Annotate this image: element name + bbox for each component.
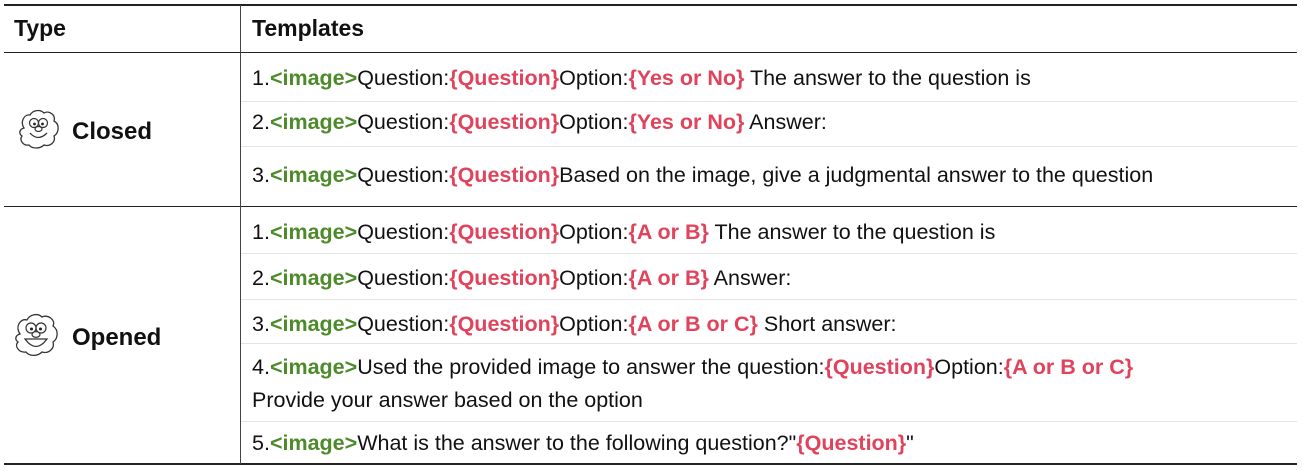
- row-separator: [241, 421, 1297, 422]
- template-row: 1.<image>Question:{Question}Option:{Yes …: [252, 66, 1031, 90]
- template-row-continuation: Provide your answer based on the option: [252, 388, 643, 412]
- row-separator: [241, 343, 1297, 344]
- elmo-face-icon: [16, 108, 62, 155]
- type-label-opened: Opened: [72, 323, 162, 351]
- row-separator: [241, 146, 1297, 147]
- row-separator: [241, 299, 1297, 300]
- row-separator: [241, 253, 1297, 254]
- type-cell-opened: Opened: [12, 312, 161, 363]
- group-divider-rule: [4, 206, 1297, 207]
- template-row: 2.<image>Question:{Question}Option:{A or…: [252, 266, 792, 290]
- header-bottom-rule: [4, 52, 1297, 53]
- template-row: 3.<image>Question:{Question}Based on the…: [252, 163, 1154, 187]
- template-row: 4.<image>Used the provided image to answ…: [252, 355, 1134, 379]
- table-bottom-rule: [4, 463, 1297, 465]
- type-label-closed: Closed: [72, 117, 153, 145]
- template-row: 2.<image>Question:{Question}Option:{Yes …: [252, 110, 827, 134]
- header-type: Type: [14, 15, 66, 41]
- table-top-rule: [4, 4, 1297, 6]
- row-separator: [241, 101, 1297, 102]
- type-cell-closed: Closed: [16, 108, 152, 155]
- template-row: 3.<image>Question:{Question}Option:{A or…: [252, 312, 897, 336]
- template-row: 5.<image>What is the answer to the follo…: [252, 431, 914, 455]
- elmo-face-icon: [12, 312, 62, 363]
- header-templates: Templates: [252, 15, 365, 41]
- template-row: 1.<image>Question:{Question}Option:{A or…: [252, 220, 996, 244]
- column-divider: [240, 5, 241, 464]
